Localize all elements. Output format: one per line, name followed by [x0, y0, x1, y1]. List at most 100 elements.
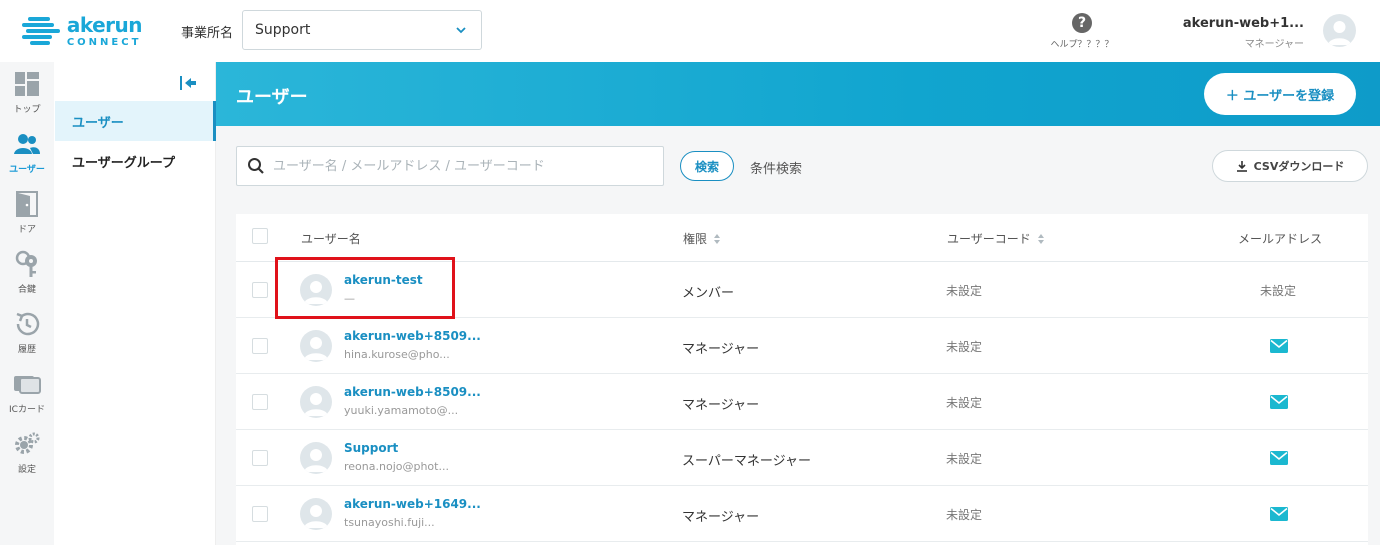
sort-icon: [1037, 233, 1044, 244]
user-name-link[interactable]: Support: [344, 441, 398, 455]
current-user-role: マネージャー: [1244, 39, 1304, 50]
mail-icon[interactable]: [1270, 395, 1288, 409]
nav-item-label: ドア: [17, 225, 36, 235]
current-user-info[interactable]: akerun-web+1... マネージャー: [1183, 16, 1304, 50]
avatar: [300, 330, 332, 362]
highlight-box: [275, 257, 455, 319]
nav-item-label: 合鍵: [17, 285, 36, 295]
nav-item-settings[interactable]: 設定: [0, 430, 54, 475]
column-header-label: ユーザー名: [301, 232, 361, 246]
nav-item-keys[interactable]: 合鍵: [0, 250, 54, 295]
user-role: マネージャー: [682, 342, 760, 357]
nav-item-label: ユーザー: [9, 165, 45, 175]
office-select-value: Support: [255, 22, 311, 38]
dashboard-icon: [15, 72, 39, 96]
column-header-role[interactable]: 権限: [683, 230, 721, 247]
mail-icon[interactable]: [1270, 339, 1288, 353]
user-name-link[interactable]: akerun-web+8509...: [344, 385, 481, 399]
user-code: 未設定: [946, 396, 983, 410]
top-bar: akerun CONNECT 事業所名 Support ? ヘルプ？？？？ ak…: [0, 0, 1380, 62]
row-checkbox[interactable]: [252, 394, 268, 410]
table-row[interactable]: akerun-web+8509... yuuki.yamamoto@... マネ…: [236, 374, 1368, 430]
select-all-checkbox[interactable]: [252, 228, 268, 244]
avatar: [300, 386, 332, 418]
nav-item-history[interactable]: 履歴: [0, 310, 54, 355]
user-silhouette-icon: [304, 505, 328, 528]
help-button[interactable]: ? ヘルプ？？？？: [1046, 13, 1118, 50]
avatar: [300, 442, 332, 474]
logo-subtext: CONNECT: [66, 36, 142, 48]
row-checkbox[interactable]: [252, 506, 268, 522]
download-icon: [1236, 161, 1247, 172]
column-header-username: ユーザー名: [301, 230, 361, 247]
column-header-label: メールアドレス: [1238, 232, 1323, 246]
user-code: 未設定: [946, 508, 983, 522]
subnav-item-users[interactable]: ユーザー: [55, 101, 216, 141]
search-icon: [248, 158, 264, 174]
nav-item-ic-card[interactable]: ICカード: [0, 370, 54, 415]
row-checkbox[interactable]: [252, 338, 268, 354]
current-user-name: akerun-web+1...: [1182, 16, 1304, 31]
keys-icon: [15, 250, 37, 277]
page-header: ユーザー ＋ ユーザーを登録: [216, 62, 1380, 126]
user-role: マネージャー: [682, 510, 760, 525]
user-email: hina.kurose@pho...: [344, 348, 450, 361]
csv-download-label: CSVダウンロード: [1253, 160, 1345, 173]
nav-item-users[interactable]: ユーザー: [0, 130, 54, 175]
nav-item-door[interactable]: ドア: [0, 190, 54, 235]
table-header: ユーザー名 権限 ユーザーコード メールアドレス: [236, 214, 1368, 262]
main-content: 検索 条件検索 CSVダウンロード ユーザー名 権限 ユーザーコード メールアド…: [216, 126, 1380, 545]
history-icon: [16, 312, 40, 336]
user-code: 未設定: [946, 284, 983, 298]
nav-item-top[interactable]: トップ: [0, 70, 54, 115]
subnav-item-user-groups[interactable]: ユーザーグループ: [55, 141, 216, 181]
nav-item-label: ICカード: [9, 405, 45, 415]
table-row[interactable]: Support reona.nojo@phot... スーパーマネージャー 未設…: [236, 430, 1368, 486]
column-header-label: ユーザーコード: [947, 232, 1031, 246]
sort-icon: [714, 233, 721, 244]
collapse-sidebar-icon[interactable]: [177, 72, 199, 94]
akerun-logo[interactable]: akerun CONNECT: [22, 12, 143, 50]
column-header-user-code[interactable]: ユーザーコード: [947, 230, 1045, 247]
user-silhouette-icon: [1328, 21, 1351, 45]
left-nav: トップ ユーザー ドア 合鍵 履歴 ICカード 設定: [0, 62, 54, 545]
column-header-label: 権限: [683, 232, 708, 246]
nav-item-label: トップ: [13, 105, 41, 115]
user-mail-status: 未設定: [1260, 284, 1297, 298]
user-role: マネージャー: [682, 398, 760, 413]
mail-icon[interactable]: [1270, 507, 1288, 521]
search-input[interactable]: [273, 158, 653, 174]
logo-mark-icon: [22, 17, 61, 45]
page-title: ユーザー: [236, 87, 308, 108]
ic-card-icon: [14, 376, 41, 394]
user-silhouette-icon: [304, 449, 328, 472]
nav-item-label: 履歴: [17, 345, 36, 355]
row-checkbox[interactable]: [252, 450, 268, 466]
chevron-down-icon: [456, 27, 466, 34]
door-icon: [16, 191, 38, 217]
office-select[interactable]: Support: [242, 10, 482, 50]
help-label: ヘルプ？？？？: [1050, 40, 1114, 50]
row-checkbox[interactable]: [252, 282, 268, 298]
question-circle-icon: ?: [1072, 13, 1092, 33]
mail-icon[interactable]: [1270, 451, 1288, 465]
user-name-link[interactable]: akerun-web+1649...: [344, 497, 481, 511]
nav-item-label: 設定: [17, 465, 36, 475]
user-code: 未設定: [946, 340, 983, 354]
avatar[interactable]: [1323, 14, 1356, 47]
user-code: 未設定: [946, 452, 983, 466]
column-header-email: メールアドレス: [1238, 230, 1322, 247]
csv-download-button[interactable]: CSVダウンロード: [1212, 150, 1368, 182]
user-email: reona.nojo@phot...: [344, 460, 449, 473]
sub-nav: ユーザー ユーザーグループ: [55, 62, 216, 545]
users-icon: [14, 134, 40, 154]
gear-icon: [15, 432, 40, 454]
table-row[interactable]: akerun-web+1649... tsunayoshi.fuji... マネ…: [236, 486, 1368, 542]
user-name-link[interactable]: akerun-web+8509...: [344, 329, 481, 343]
advanced-search-link[interactable]: 条件検索: [750, 158, 802, 177]
search-box[interactable]: [236, 146, 664, 186]
table-row[interactable]: akerun-web+8509... hina.kurose@pho... マネ…: [236, 318, 1368, 374]
search-button[interactable]: 検索: [680, 151, 734, 181]
add-user-button[interactable]: ＋ ユーザーを登録: [1204, 73, 1356, 115]
logo-text: akerun: [66, 12, 143, 37]
